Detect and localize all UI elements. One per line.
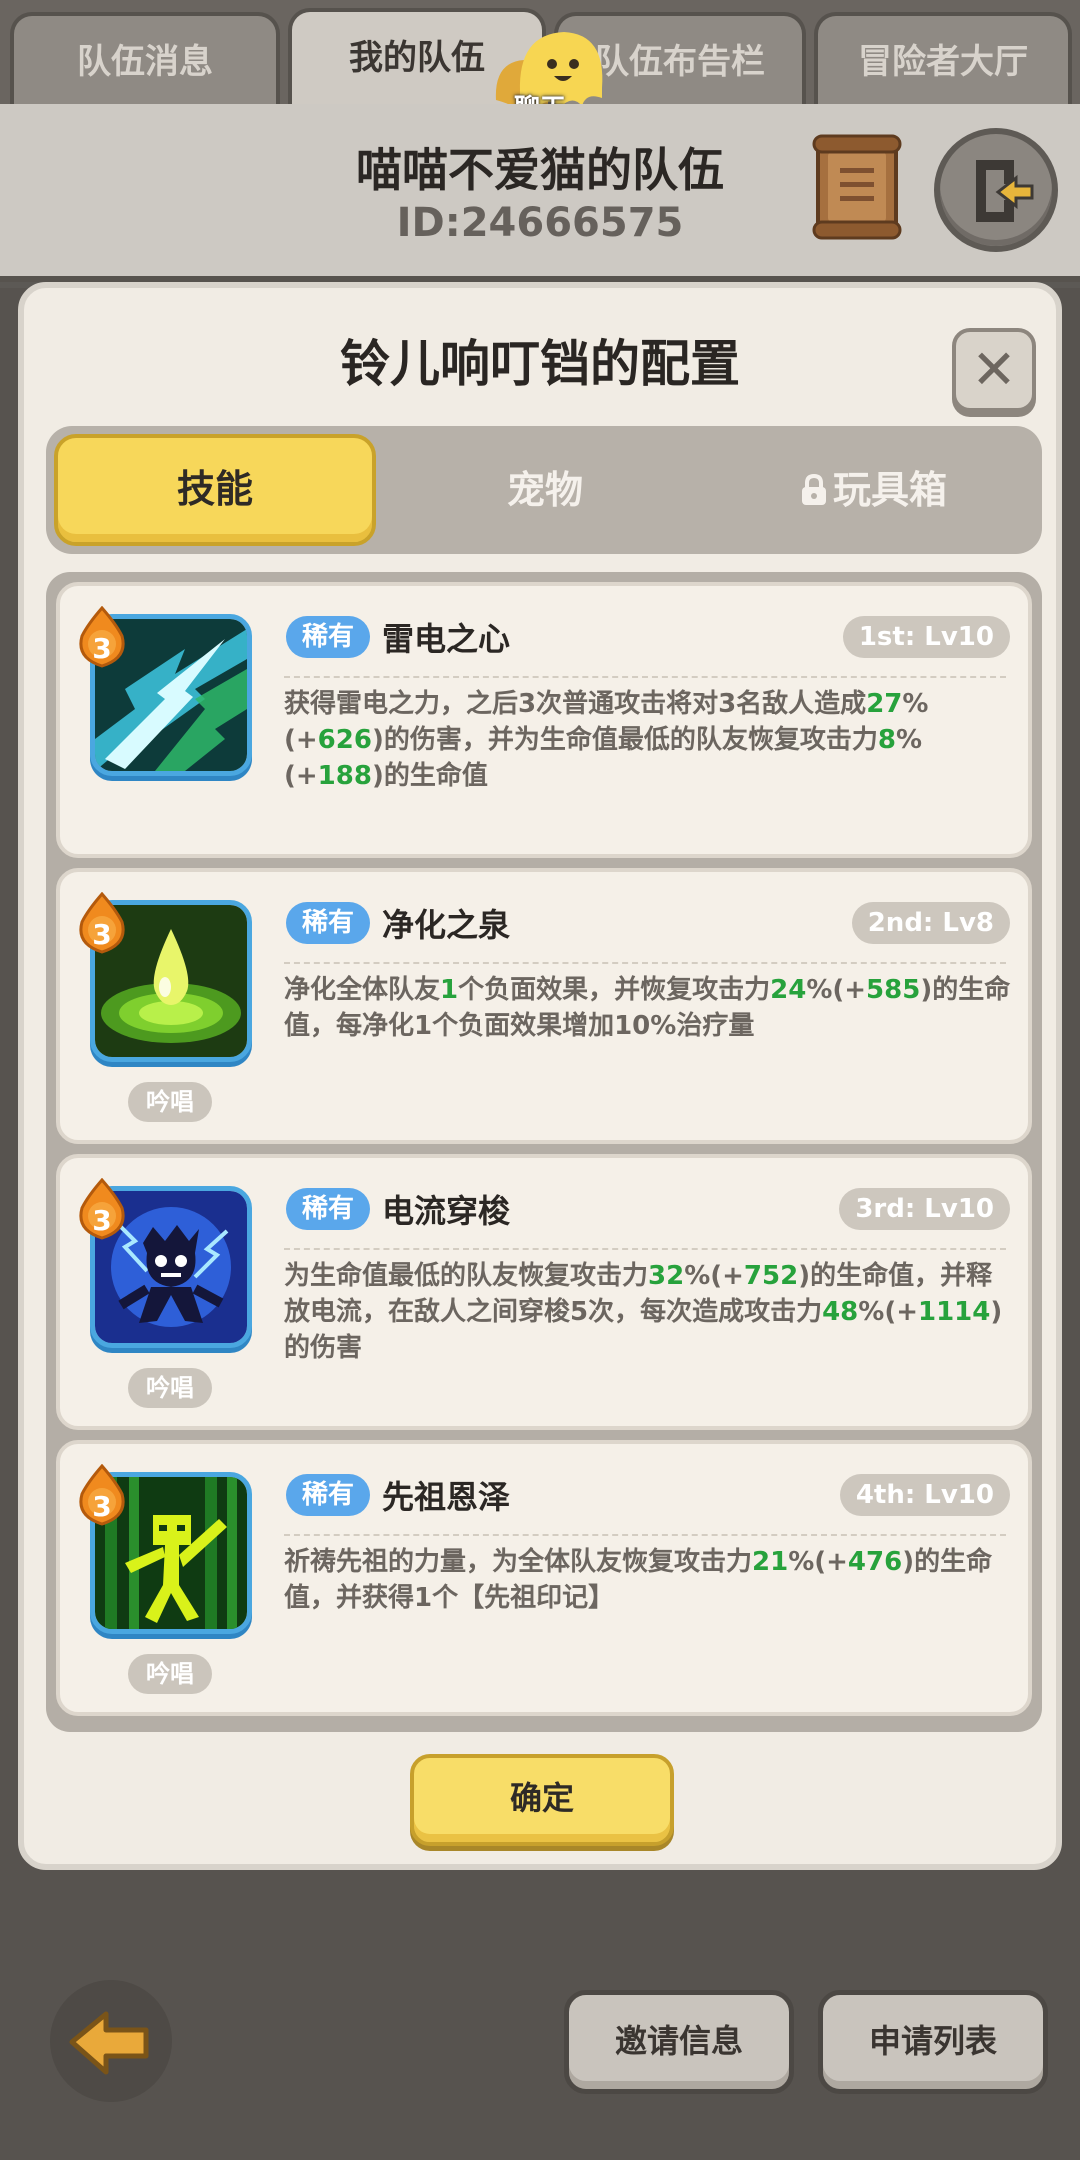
level-number: 3 xyxy=(92,632,112,665)
description-text: 祈祷先祖的力量，为全体队友恢复攻击力 xyxy=(284,1547,753,1577)
chant-tag: 吟唱 xyxy=(128,1368,212,1408)
chant-tag: 吟唱 xyxy=(128,1082,212,1122)
skill-name: 先祖恩泽 xyxy=(382,1478,511,1516)
level-number: 3 xyxy=(92,1204,112,1237)
skill-list: 3 稀有 雷电之心 1st: Lv10 获得雷电之力，之后3次普通攻击将对3名敌… xyxy=(46,572,1042,1732)
description-text: )的生命值 xyxy=(371,761,488,791)
description-text: 个负面效果，并恢复攻击力 xyxy=(458,975,771,1005)
team-id: ID:24666575 xyxy=(396,200,684,246)
rarity-tag: 稀有 xyxy=(286,616,370,658)
slot-level-tag: 4th: Lv10 xyxy=(839,1474,1010,1516)
highlight-value: 1114 xyxy=(918,1297,991,1327)
highlight-value: 32 xyxy=(648,1261,685,1291)
tab-skills[interactable]: 技能 xyxy=(54,434,376,546)
divider xyxy=(284,1248,1006,1250)
rarity-tag: 稀有 xyxy=(286,1188,370,1230)
slot-level-tag: 1st: Lv10 xyxy=(842,616,1010,658)
highlight-value: 27 xyxy=(866,689,903,719)
lock-icon xyxy=(801,473,826,505)
tab-toybox-label: 玩具箱 xyxy=(832,468,947,512)
team-name: 喵喵不爱猫的队伍 xyxy=(356,143,724,197)
highlight-value: 8 xyxy=(877,725,896,755)
application-list-button[interactable]: 申请列表 xyxy=(818,1990,1048,2094)
team-header: 喵喵不爱猫的队伍 ID:24666575 xyxy=(0,104,1080,282)
skill-name: 电流穿梭 xyxy=(382,1192,511,1230)
invite-info-button[interactable]: 邀请信息 xyxy=(564,1990,794,2094)
level-number: 3 xyxy=(92,1490,112,1523)
skill-description: 为生命值最低的队友恢复攻击力32%(+752)的生命值，并释放电流，在敌人之间穿… xyxy=(284,1258,1012,1366)
highlight-value: 585 xyxy=(866,975,921,1005)
rarity-tag: 稀有 xyxy=(286,1474,370,1516)
highlight-value: 48 xyxy=(822,1297,859,1327)
config-dialog: 铃儿响叮铛的配置 ✕ 技能 宠物 玩具箱 3 稀有 雷电之心 1st: Lv10… xyxy=(18,282,1062,1870)
skill-card[interactable]: 3 稀有 雷电之心 1st: Lv10 获得雷电之力，之后3次普通攻击将对3名敌… xyxy=(56,582,1032,858)
dialog-title: 铃儿响叮铛的配置 xyxy=(340,335,740,393)
highlight-value: 626 xyxy=(317,725,372,755)
slot-level-tag: 3rd: Lv10 xyxy=(839,1188,1010,1230)
skill-card[interactable]: 3 吟唱 稀有 电流穿梭 3rd: Lv10 为生命值最低的队友恢复攻击力32%… xyxy=(56,1154,1032,1430)
tab-team-messages[interactable]: 队伍消息 xyxy=(10,12,280,108)
level-number: 3 xyxy=(92,918,112,951)
highlight-value: 21 xyxy=(752,1547,789,1577)
close-button[interactable]: ✕ xyxy=(952,328,1036,412)
divider xyxy=(284,1534,1006,1536)
slot-level-tag: 2nd: Lv8 xyxy=(851,902,1010,944)
skill-name: 净化之泉 xyxy=(382,906,511,944)
description-text: %(+ xyxy=(858,1297,918,1327)
description-text: %(+ xyxy=(684,1261,744,1291)
exit-team-button[interactable] xyxy=(934,128,1058,252)
tab-toybox[interactable]: 玩具箱 xyxy=(712,434,1034,546)
skill-card[interactable]: 3 吟唱 稀有 先祖恩泽 4th: Lv10 祈祷先祖的力量，为全体队友恢复攻击… xyxy=(56,1440,1032,1716)
confirm-button[interactable]: 确定 xyxy=(410,1754,674,1846)
back-button[interactable] xyxy=(50,1980,172,2102)
tab-pets[interactable]: 宠物 xyxy=(384,434,706,546)
highlight-value: 188 xyxy=(317,761,372,791)
exit-door-icon xyxy=(976,160,1034,222)
description-text: 为生命值最低的队友恢复攻击力 xyxy=(284,1261,649,1291)
description-text: 净化全体队友 xyxy=(284,975,441,1005)
config-tab-bar: 技能 宠物 玩具箱 xyxy=(46,426,1042,554)
description-text: %(+ xyxy=(788,1547,848,1577)
highlight-value: 24 xyxy=(770,975,807,1005)
divider xyxy=(284,676,1006,678)
description-text: )的伤害，并为生命值最低的队友恢复攻击力 xyxy=(371,725,878,755)
highlight-value: 752 xyxy=(743,1261,799,1291)
skill-description: 净化全体队友1个负面效果，并恢复攻击力24%(+585)的生命值，每净化1个负面… xyxy=(284,972,1012,1044)
tab-adventurer-hall[interactable]: 冒险者大厅 xyxy=(814,12,1072,108)
highlight-value: 1 xyxy=(440,975,459,1005)
scroll-icon[interactable] xyxy=(812,134,902,240)
skill-description: 祈祷先祖的力量，为全体队友恢复攻击力21%(+476)的生命值，并获得1个【先祖… xyxy=(284,1544,1012,1616)
skill-name: 雷电之心 xyxy=(382,620,511,658)
divider xyxy=(284,962,1006,964)
chant-tag: 吟唱 xyxy=(128,1654,212,1694)
rarity-tag: 稀有 xyxy=(286,902,370,944)
skill-description: 获得雷电之力，之后3次普通攻击将对3名敌人造成27%(+626)的伤害，并为生命… xyxy=(284,686,1012,794)
description-text: %(+ xyxy=(806,975,867,1005)
skill-card[interactable]: 3 吟唱 稀有 净化之泉 2nd: Lv8 净化全体队友1个负面效果，并恢复攻击… xyxy=(56,868,1032,1144)
back-arrow-icon xyxy=(69,2011,149,2075)
close-icon: ✕ xyxy=(971,338,1017,401)
highlight-value: 476 xyxy=(847,1547,903,1577)
description-text: 获得雷电之力，之后3次普通攻击将对3名敌人造成 xyxy=(284,689,867,719)
